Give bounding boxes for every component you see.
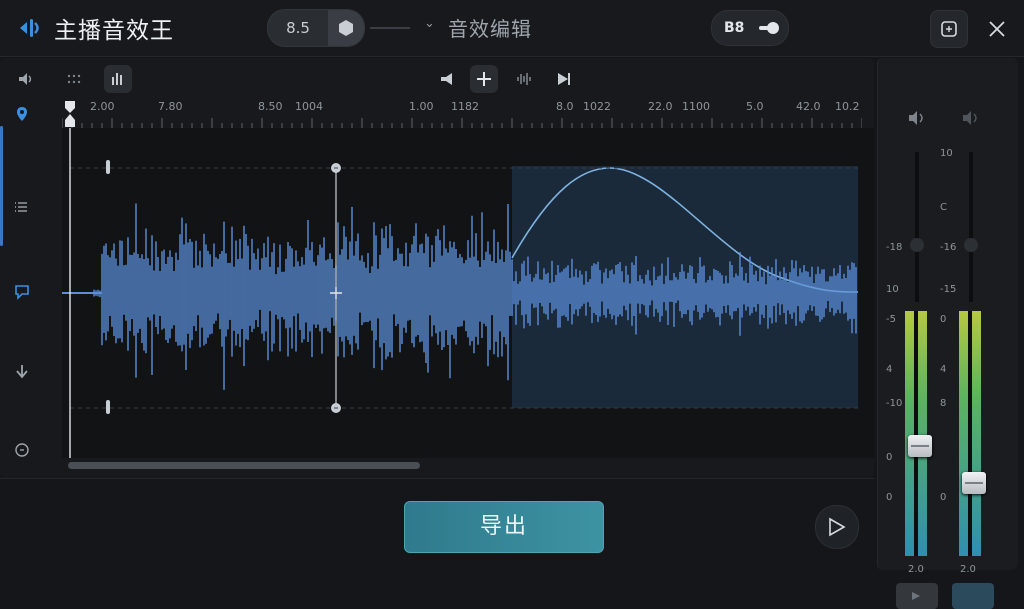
preset-pill[interactable]: 8.5 xyxy=(267,9,365,47)
tool-rail xyxy=(0,96,44,476)
fader-handle-right[interactable] xyxy=(962,471,986,494)
range-handle-bottom xyxy=(106,400,110,414)
fader-track-right xyxy=(969,152,973,302)
close-button[interactable] xyxy=(978,10,1016,48)
marker-pin-icon xyxy=(17,107,27,121)
play-small-icon xyxy=(912,592,920,600)
list-icon xyxy=(15,202,27,212)
ruler-label: 8.50 xyxy=(258,100,283,113)
timeline-scrollbar[interactable] xyxy=(68,462,420,469)
db-scale-label: -5 xyxy=(886,314,896,325)
fader-handle-left[interactable] xyxy=(908,434,932,457)
range-handle-top xyxy=(106,160,110,174)
playhead-marker-icon[interactable] xyxy=(64,100,76,128)
mixer-panel: -18 10 -5 4 -10 0 0 10 C -16 -15 0 4 8 0 2.0 2.0 xyxy=(877,58,1018,609)
db-scale-label: -15 xyxy=(940,284,957,295)
ruler-label: 1182 xyxy=(451,100,479,113)
crop-icon xyxy=(941,21,957,37)
ruler-label: 10.2 xyxy=(835,100,860,113)
mode-title: 音效编辑 xyxy=(448,17,532,41)
ruler-label: 5.0 xyxy=(746,100,764,113)
play-icon xyxy=(829,517,846,537)
fader-slot-left xyxy=(914,311,918,556)
db-scale-label: 0 xyxy=(940,314,947,325)
down-arrow-icon xyxy=(16,365,28,379)
waveform-canvas[interactable] xyxy=(32,128,874,458)
db-scale-label: 8 xyxy=(940,398,947,409)
down-arrow-button[interactable] xyxy=(8,358,36,386)
db-scale-label: 10 xyxy=(940,148,953,159)
title-bar: 主播音效王 8.5 ⌄ 音效编辑 B8 xyxy=(0,0,1024,57)
db-readout-left: 2.0 xyxy=(908,564,924,575)
grid-icon xyxy=(67,74,81,84)
speaker-button[interactable] xyxy=(12,65,40,93)
waveform-button[interactable] xyxy=(510,65,538,93)
db-scale-label: -18 xyxy=(886,242,903,253)
crop-button[interactable] xyxy=(930,10,968,48)
move-button[interactable] xyxy=(470,65,498,93)
ruler-label: 2.00 xyxy=(90,100,115,113)
clip-icon xyxy=(15,285,29,300)
audio-logo-icon xyxy=(16,14,44,42)
grid-button[interactable] xyxy=(60,65,88,93)
waveform-icon xyxy=(517,73,531,85)
b8-label: B8 xyxy=(724,20,745,36)
loop-icon xyxy=(15,443,29,457)
close-icon xyxy=(989,21,1005,37)
ruler-label: 1.00 xyxy=(409,100,434,113)
fader-track-left xyxy=(915,152,919,302)
hexagon-icon xyxy=(339,20,353,36)
play-button[interactable] xyxy=(815,505,859,549)
loop-button[interactable] xyxy=(8,436,36,464)
skip-icon xyxy=(558,73,570,85)
clip-button[interactable] xyxy=(8,278,36,306)
b8-toggle[interactable]: B8 xyxy=(711,10,789,46)
ruler-label: 8.0 xyxy=(556,100,574,113)
preset-value[interactable]: 8.5 xyxy=(268,10,328,46)
export-button[interactable]: 导出 xyxy=(404,501,604,553)
ruler-label: 1022 xyxy=(583,100,611,113)
list-button[interactable] xyxy=(8,194,36,222)
db-scale-label: C xyxy=(940,202,947,213)
speaker-icon xyxy=(19,73,32,85)
volume-button[interactable] xyxy=(434,65,462,93)
chevron-down-icon[interactable]: ⌄ xyxy=(424,16,435,31)
ruler-label: 1004 xyxy=(295,100,323,113)
db-scale-label: 4 xyxy=(886,364,893,375)
db-readout-right: 2.0 xyxy=(960,564,976,575)
speaker-right-icon xyxy=(963,111,977,125)
mute-button-left[interactable] xyxy=(896,583,938,609)
speaker-knob-icon xyxy=(759,22,779,34)
ruler-ticks xyxy=(62,118,862,128)
db-scale-label: 10 xyxy=(886,284,899,295)
ruler-label: 1100 xyxy=(682,100,710,113)
db-scale-label: 0 xyxy=(886,452,893,463)
divider-line xyxy=(370,27,410,29)
db-scale-label: -16 xyxy=(940,242,957,253)
ruler-label: 42.0 xyxy=(796,100,821,113)
marker-pin-button[interactable] xyxy=(8,100,36,128)
bars-button[interactable] xyxy=(104,65,132,93)
volume-icon xyxy=(441,73,452,85)
rail-active-indicator xyxy=(0,126,3,246)
pan-knob-right[interactable] xyxy=(964,238,978,252)
mute-button-right[interactable] xyxy=(952,583,994,609)
fader-slot-right xyxy=(968,311,972,556)
preset-toggle-button[interactable] xyxy=(328,10,364,46)
ruler-label: 7.80 xyxy=(158,100,183,113)
db-scale-label: 4 xyxy=(940,364,947,375)
db-scale-label: -10 xyxy=(886,398,903,409)
db-scale-label: 0 xyxy=(940,492,947,503)
speaker-left-icon xyxy=(909,111,923,125)
db-scale-label: 0 xyxy=(886,492,893,503)
app-title: 主播音效王 xyxy=(54,18,174,44)
move-icon xyxy=(477,72,491,86)
ruler-label: 22.0 xyxy=(648,100,673,113)
skip-button[interactable] xyxy=(550,65,578,93)
bars-icon xyxy=(112,73,122,85)
pan-knob-left[interactable] xyxy=(910,238,924,252)
